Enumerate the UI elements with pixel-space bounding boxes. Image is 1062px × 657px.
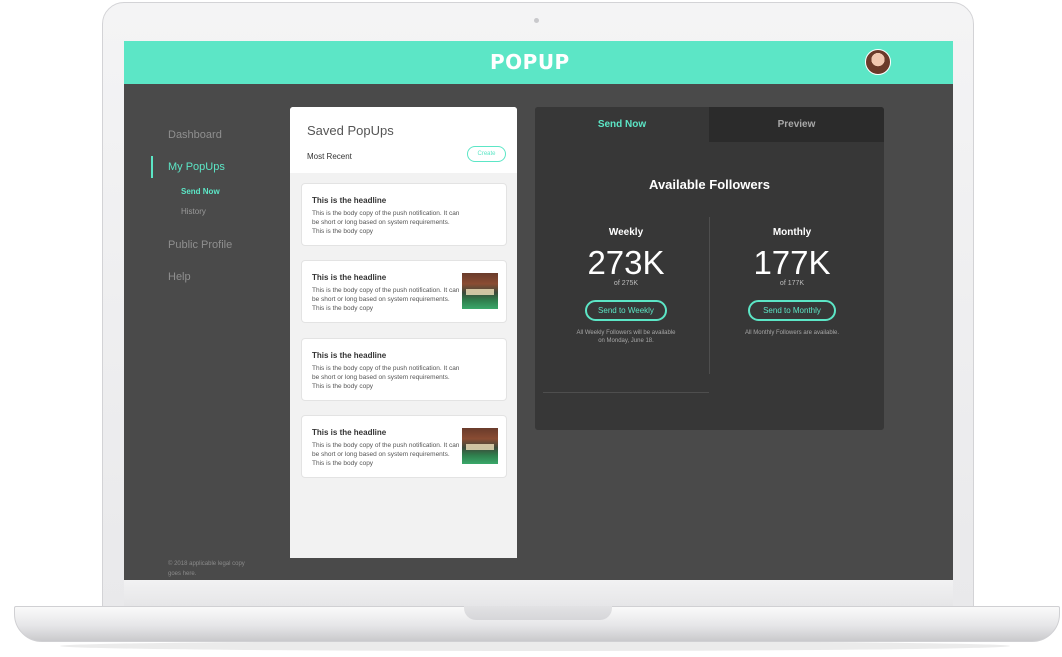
card-body: This is the body copy of the push notifi…: [312, 210, 460, 235]
app-header: POPUP: [124, 41, 953, 84]
saved-popups-title: Saved PopUps: [307, 123, 394, 138]
laptop-notch: [464, 606, 612, 620]
available-followers-title: Available Followers: [649, 177, 770, 192]
laptop-bezel: [124, 580, 953, 608]
popup-card[interactable]: This is the headline This is the body co…: [301, 260, 507, 323]
popup-card[interactable]: This is the headline This is the body co…: [301, 338, 507, 401]
monthly-total: of 177K: [779, 280, 805, 287]
card-body: This is the body copy of the push notifi…: [312, 287, 460, 312]
saved-popups-panel: Saved PopUps Most Recent Create This is …: [290, 107, 517, 558]
card-thumbnail: [462, 273, 498, 309]
send-to-weekly-button[interactable]: Send to Weekly: [585, 300, 667, 321]
send-to-monthly-button[interactable]: Send to Monthly: [748, 300, 836, 321]
camera-icon: [534, 18, 539, 23]
weekly-count: 273K: [587, 244, 665, 281]
thumbnail-band: [466, 444, 494, 450]
sidebar-subitem-history[interactable]: History: [181, 207, 206, 216]
card-body: This is the body copy of the push notifi…: [312, 442, 460, 467]
card-headline: This is the headline: [312, 273, 387, 282]
weekly-note: All Weekly Followers will be available o…: [576, 330, 676, 344]
card-thumbnail: [462, 428, 498, 464]
legal-copy: © 2018 applicable legal copy goes here.: [168, 561, 245, 577]
app-screen: POPUP Dashboard My PopUps Send Now Histo…: [124, 41, 953, 580]
section-divider: [543, 392, 709, 393]
avatar[interactable]: [865, 49, 891, 75]
saved-popups-header: Saved PopUps Most Recent Create: [290, 107, 517, 173]
card-headline: This is the headline: [312, 196, 387, 205]
sidebar-item-help[interactable]: Help: [168, 271, 191, 283]
sidebar-subitem-send-now[interactable]: Send Now: [181, 187, 220, 196]
weekly-total: of 275K: [613, 280, 639, 287]
sidebar-item-my-popups[interactable]: My PopUps: [168, 161, 225, 173]
laptop-shadow: [60, 641, 1010, 651]
card-headline: This is the headline: [312, 428, 387, 437]
monthly-note: All Monthly Followers are available.: [744, 330, 840, 336]
monthly-count: 177K: [753, 244, 831, 281]
tab-preview[interactable]: Preview: [709, 107, 884, 142]
sort-label[interactable]: Most Recent: [307, 152, 352, 161]
sidebar-item-dashboard[interactable]: Dashboard: [168, 129, 222, 141]
send-panel: Send Now Preview Available Followers Wee…: [535, 107, 884, 430]
monthly-column: Monthly 177K of 177K Send to Monthly All…: [705, 227, 879, 337]
weekly-label: Weekly: [608, 227, 644, 238]
card-body: This is the body copy of the push notifi…: [312, 365, 460, 390]
weekly-column: Weekly 273K of 275K Send to Weekly All W…: [539, 227, 713, 345]
popup-card[interactable]: This is the headline This is the body co…: [301, 183, 507, 246]
app-logo[interactable]: POPUP: [490, 50, 570, 74]
thumbnail-band: [466, 289, 494, 295]
monthly-label: Monthly: [772, 227, 812, 238]
active-indicator: [151, 156, 153, 178]
sidebar: Dashboard My PopUps Send Now History Pub…: [124, 84, 290, 580]
sidebar-item-public-profile[interactable]: Public Profile: [168, 239, 232, 251]
popup-card[interactable]: This is the headline This is the body co…: [301, 415, 507, 478]
card-headline: This is the headline: [312, 351, 387, 360]
create-button[interactable]: Create: [467, 146, 506, 162]
tab-send-now[interactable]: Send Now: [535, 107, 709, 142]
